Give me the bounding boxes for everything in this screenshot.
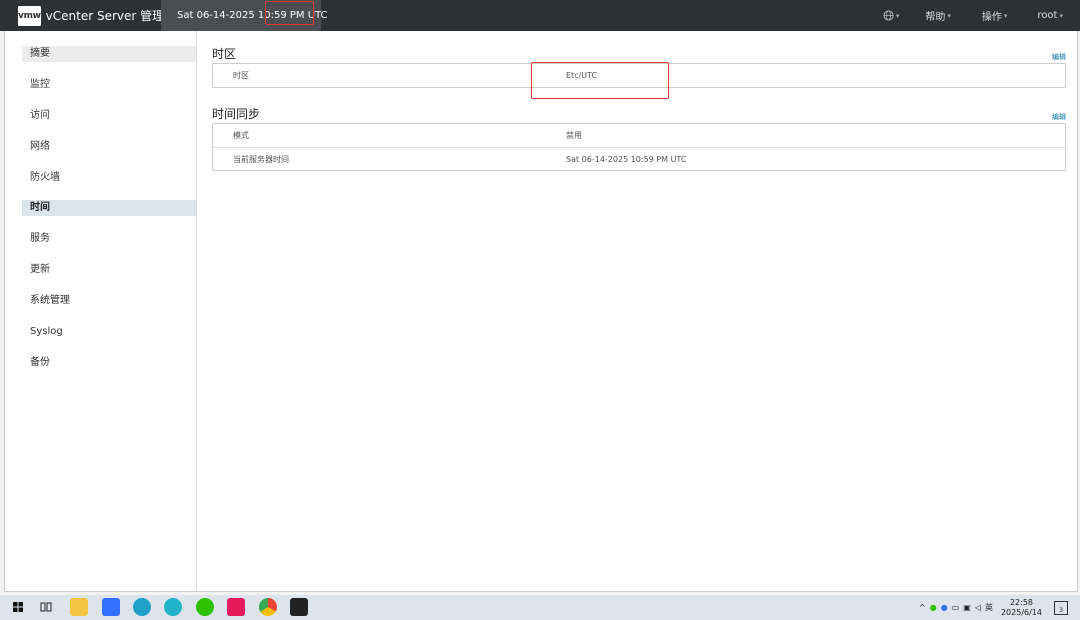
table-row: 模式 禁用	[213, 124, 1065, 147]
start-icon[interactable]	[9, 598, 27, 616]
sidebar-item-networking[interactable]: 网络	[22, 139, 196, 155]
actions-menu[interactable]: 操作 ▾	[982, 0, 1008, 31]
server-time-label: 当前服务器时间	[233, 154, 289, 164]
app-title: vCenter Server 管理	[45, 9, 165, 23]
edge-icon[interactable]	[133, 598, 151, 616]
app-icon[interactable]	[227, 598, 245, 616]
wechat-icon[interactable]	[196, 598, 214, 616]
system-tray: ^ ● ● ▭ ▣ ◁ 英 22:58 2025/6/14 3	[919, 595, 1080, 620]
network-icon[interactable]: ▣	[963, 603, 971, 612]
language-menu[interactable]: ▾	[883, 0, 900, 31]
brand[interactable]: vmw vCenter Server 管理	[0, 0, 165, 31]
task-view-icon[interactable]	[37, 598, 55, 616]
battery-icon[interactable]: ▭	[952, 603, 960, 612]
notification-count: 3	[1059, 606, 1063, 614]
mode-value: 禁用	[566, 131, 582, 140]
tray-overflow-icon[interactable]: ^	[919, 603, 926, 612]
windows-taskbar: ^ ● ● ▭ ▣ ◁ 英 22:58 2025/6/14 3	[0, 595, 1080, 620]
globe-icon	[883, 10, 894, 21]
timesync-edit-link[interactable]: 编辑	[1052, 112, 1066, 122]
server-time-value: Sat 06-14-2025 10:59 PM UTC	[566, 154, 687, 164]
help-label: 帮助	[925, 12, 946, 23]
sidebar-item-time[interactable]: 时间	[22, 200, 196, 217]
terminal-icon[interactable]	[290, 598, 308, 616]
sidebar-item-firewall[interactable]: 防火墙	[22, 170, 196, 186]
sidebar-item-summary[interactable]: 摘要	[22, 46, 196, 62]
file-explorer-icon[interactable]	[70, 598, 88, 616]
chevron-down-icon: ▾	[947, 11, 951, 20]
user-menu[interactable]: root ▾	[1037, 0, 1063, 31]
wechat-tray-icon[interactable]: ●	[930, 603, 937, 612]
actions-label: 操作	[981, 12, 1002, 23]
timezone-section-header: 时区 编辑	[212, 46, 1066, 62]
timesync-title: 时间同步	[212, 107, 261, 121]
notification-center-icon[interactable]: 3	[1054, 600, 1068, 615]
timesync-table: 模式 禁用 当前服务器时间 Sat 06-14-2025 10:59 PM UT…	[212, 123, 1066, 171]
timezone-edit-link[interactable]: 编辑	[1052, 52, 1066, 62]
user-label: root	[1037, 10, 1058, 21]
sidebar-item-access[interactable]: 访问	[22, 108, 196, 124]
chevron-down-icon: ▾	[1059, 11, 1063, 20]
main-content: 时区 编辑 时区 Etc/UTC 时间同步 编辑 模式 禁用 当前服务器时间 S…	[212, 31, 1066, 171]
sidebar-item-monitor[interactable]: 监控	[22, 77, 196, 93]
top-header: vmw vCenter Server 管理 Sat 06-14-2025 10:…	[0, 0, 1080, 31]
mode-label: 模式	[233, 131, 249, 140]
sidebar-item-administration[interactable]: 系统管理	[22, 293, 196, 309]
sidebar-item-backup[interactable]: 备份	[22, 355, 196, 371]
sidebar-item-services[interactable]: 服务	[22, 231, 196, 247]
ime-indicator[interactable]: 英	[985, 602, 993, 613]
clock-time: 22:58	[1009, 597, 1034, 607]
help-menu[interactable]: 帮助 ▾	[925, 0, 951, 31]
chrome-icon[interactable]	[259, 598, 277, 616]
clock-date: 2025/6/14	[1000, 607, 1042, 617]
timesync-section-header: 时间同步 编辑	[212, 106, 1066, 122]
app-tray-icon[interactable]: ●	[941, 603, 948, 612]
timezone-label: 时区	[233, 71, 249, 80]
taskbar-clock[interactable]: 22:58 2025/6/14	[1001, 598, 1042, 618]
chevron-down-icon: ▾	[895, 11, 900, 20]
highlight-box-timezone-value	[531, 62, 669, 99]
chevron-down-icon: ▾	[1003, 11, 1008, 20]
sidebar-item-syslog[interactable]: Syslog	[22, 324, 196, 340]
search-app-icon[interactable]	[164, 598, 182, 616]
volume-icon[interactable]: ◁	[975, 603, 981, 612]
sidebar: 摘要 监控 访问 网络 防火墙 时间 服务 更新 系统管理 Syslog 备份	[5, 31, 197, 591]
table-row: 当前服务器时间 Sat 06-14-2025 10:59 PM UTC	[213, 147, 1065, 170]
timezone-title: 时区	[212, 47, 237, 61]
page-frame: 摘要 监控 访问 网络 防火墙 时间 服务 更新 系统管理 Syslog 备份 …	[4, 31, 1078, 592]
vmware-logo: vmw	[18, 5, 41, 26]
sidebar-item-update[interactable]: 更新	[22, 262, 196, 278]
highlight-box-header-time	[265, 1, 314, 25]
feishu-icon[interactable]	[102, 598, 120, 616]
